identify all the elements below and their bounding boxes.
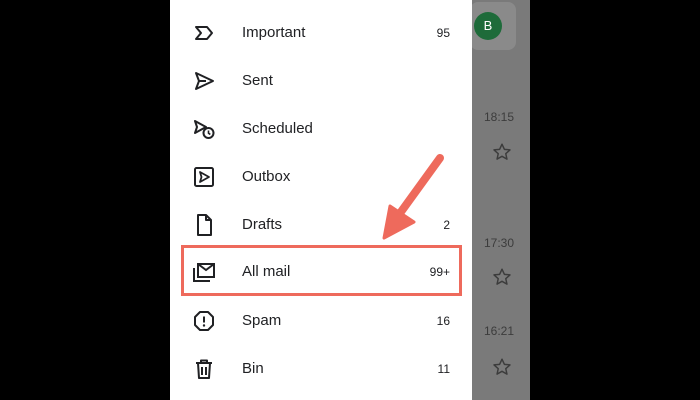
drawer-item-label: Bin (242, 360, 264, 377)
star-icon[interactable] (491, 141, 513, 163)
important-icon (195, 26, 213, 40)
draft-icon (197, 214, 212, 236)
screenshot-stage: B 18:15 17:30 16:21 Important 95 Sent Sc… (0, 0, 700, 400)
spam-icon (194, 311, 214, 331)
drawer-item-sent[interactable]: Sent (170, 57, 472, 105)
email-timestamp: 17:30 (484, 236, 515, 250)
star-icon[interactable] (491, 266, 513, 288)
email-timestamp: 16:21 (484, 324, 515, 338)
email-timestamp: 18:15 (484, 110, 515, 124)
account-avatar[interactable]: B (474, 12, 502, 40)
drawer-item-count: 95 (436, 26, 450, 40)
drawer-item-label: Drafts (242, 216, 283, 233)
annotation-arrow-icon (382, 154, 444, 240)
drawer-item-count: 11 (437, 362, 450, 376)
drawer-item-label: Sent (242, 72, 273, 89)
drawer-item-label: Scheduled (242, 120, 313, 137)
drawer-item-scheduled[interactable]: Scheduled (170, 105, 472, 153)
drawer-item-label: Outbox (242, 168, 291, 185)
star-icon[interactable] (491, 356, 513, 378)
drawer-item-spam[interactable]: Spam 16 (170, 297, 472, 345)
drawer-item-label: Important (242, 24, 306, 41)
send-icon (195, 72, 214, 90)
outbox-icon (194, 167, 214, 187)
drawer-item-important[interactable]: Important 95 (170, 9, 472, 57)
scheduled-icon (194, 120, 215, 139)
drawer-item-count: 16 (436, 314, 450, 328)
all-mail-highlight-box (181, 245, 462, 296)
bin-icon (196, 359, 212, 379)
drawer-item-bin[interactable]: Bin 11 (170, 345, 472, 393)
drawer-item-label: Spam (242, 312, 282, 329)
